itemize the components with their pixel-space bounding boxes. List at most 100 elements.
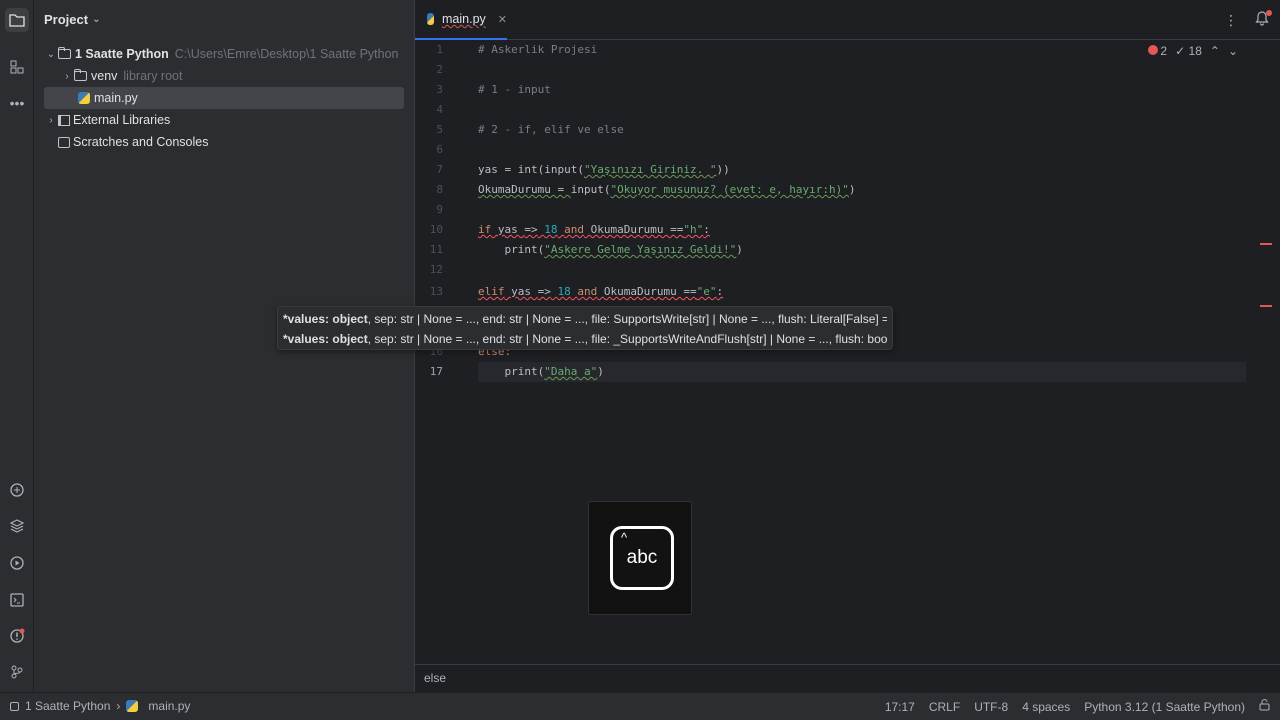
line-number: 13 [429,285,443,298]
library-icon [58,114,70,126]
code-token: OkumaDurumu = [478,183,571,196]
tab-main-py[interactable]: main.py ✕ [415,0,507,40]
code-string: "h" [683,223,704,236]
tree-item-label: External Libraries [73,113,171,127]
code-line-11: print("Askere Gelme Yaşınız Geldi!") [478,240,743,260]
tree-item-path: C:\Users\Emre\Desktop\1 Saatte Python [174,47,399,61]
code-string: "Yaşınızı Giriniz. " [584,163,717,176]
code-line-10: if yas => 18 and OkumaDurumu =="h": [478,220,710,240]
error-stripe-marker[interactable] [1260,305,1272,307]
lock-icon[interactable] [1259,699,1270,714]
param-rest: , sep: str | None = ..., end: str | None… [367,312,887,326]
close-icon[interactable]: ✕ [498,13,507,26]
error-stripe-marker[interactable] [1260,243,1272,245]
code-token: => [537,285,551,298]
python-file-icon [126,700,139,712]
chevron-right-icon: › [116,699,121,713]
problems-icon[interactable] [5,624,29,648]
parameter-signature-2[interactable]: *values: object, sep: str | None = ..., … [283,329,887,349]
status-bar: 1 Saatte Python › main.py 17:17 CRLF UTF… [0,692,1280,720]
keystroke-overlay: ^ abc [588,501,692,615]
line-number: 5 [436,123,443,136]
file-encoding[interactable]: UTF-8 [974,700,1008,714]
python-packages-icon[interactable] [5,478,29,502]
terminal-icon[interactable] [5,588,29,612]
nav-project[interactable]: 1 Saatte Python [25,699,110,713]
run-icon[interactable] [5,551,29,575]
code-number: 18 [544,223,558,236]
more-vertical-icon[interactable]: ⋮ [1224,12,1238,29]
code-token: ) [848,183,856,196]
tree-item-project-root[interactable]: ⌄ 1 Saatte Python C:\Users\Emre\Desktop\… [44,43,404,65]
code-line-5: # 2 - if, elif ve else [478,123,624,136]
code-number: 18 [557,285,571,298]
line-number: 2 [436,63,443,76]
chevron-right-icon[interactable]: › [44,115,58,126]
project-panel-title[interactable]: Project ⌄ [44,12,100,27]
code-token: input [544,163,578,176]
indent-setting[interactable]: 4 spaces [1022,700,1070,714]
tree-item-venv[interactable]: › venv library root [44,65,404,87]
caret-icon: ^ [621,530,628,545]
code-string: "e" [696,285,717,298]
notifications-bell-icon[interactable] [1254,10,1272,28]
more-tools-icon[interactable]: ••• [5,91,29,115]
code-string: "Askere Gelme Yaşınız Geldi!" [544,243,737,256]
code-line-17: print("Daha a") [478,362,603,382]
navigation-bar: 1 Saatte Python › main.py [10,699,190,713]
code-token: int [517,163,538,176]
layers-icon[interactable] [5,514,29,538]
code-token: yas [504,285,538,298]
tree-item-external-libraries[interactable]: › External Libraries [44,109,404,131]
code-token: print( [478,243,545,256]
code-keyword: and [577,285,598,298]
tab-label: main.py [442,12,486,26]
tree-item-scratches[interactable]: Scratches and Consoles [44,131,404,153]
code-line-7: yas = int(input("Yaşınızı Giriniz. ")) [478,160,730,180]
breadcrumb: else [415,664,1280,692]
structure-icon[interactable] [5,55,29,79]
code-line-3: # 1 - input [478,83,551,96]
line-number: 3 [436,83,443,96]
code-token: OkumaDurumu == [584,223,684,236]
nav-file[interactable]: main.py [148,699,190,713]
project-square-icon [10,701,19,711]
chevron-right-icon[interactable]: › [60,71,74,82]
code-line-13: elif yas => 18 and OkumaDurumu =="e": [478,282,723,302]
code-token: yas = [478,163,518,176]
code-token: : [716,285,724,298]
tree-item-label: Scratches and Consoles [73,135,209,149]
line-number: 6 [436,143,443,156]
line-number: 8 [436,183,443,196]
keyboard-abc-icon: ^ abc [610,526,674,590]
param-current: *values: object [283,312,368,326]
project-folder-icon[interactable] [5,8,29,32]
param-rest: , sep: str | None = ..., end: str | None… [367,332,887,346]
code-token: : [703,223,710,236]
code-line-1: # Askerlik Projesi [478,43,598,56]
python-interpreter[interactable]: Python 3.12 (1 Saatte Python) [1084,700,1245,714]
status-widgets: 17:17 CRLF UTF-8 4 spaces Python 3.12 (1… [885,699,1270,714]
code-keyword: if [478,223,492,236]
code-token: yas [491,223,525,236]
tree-item-label: venv [91,69,118,83]
chevron-down-icon[interactable]: ⌄ [44,49,58,60]
code-string: "Okuyor musunuz? (evet: e, hayır:h)" [610,183,849,196]
code-token: input [570,183,604,196]
tree-item-main-py[interactable]: main.py [44,87,404,109]
param-current: *values: object [283,332,368,346]
folder-icon [74,69,87,81]
project-title-label: Project [44,12,89,27]
caret-position[interactable]: 17:17 [885,700,915,714]
code-line-8: OkumaDurumu = input("Okuyor musunuz? (ev… [478,180,856,200]
tab-bar: main.py ✕ ⋮ [415,0,1280,40]
line-number: 4 [436,103,443,116]
parameter-info-popup: *values: object, sep: str | None = ..., … [277,306,893,350]
breadcrumb-item[interactable]: else [424,671,446,685]
parameter-signature-1[interactable]: *values: object, sep: str | None = ..., … [283,309,887,329]
line-number-gutter: 1 2 3 4 5 6 7 8 9 10 11 12 13 16 17 [415,40,475,664]
code-token: ) [736,243,743,256]
line-number: 11 [429,243,443,256]
line-separator[interactable]: CRLF [929,700,960,714]
git-icon[interactable] [5,660,29,684]
